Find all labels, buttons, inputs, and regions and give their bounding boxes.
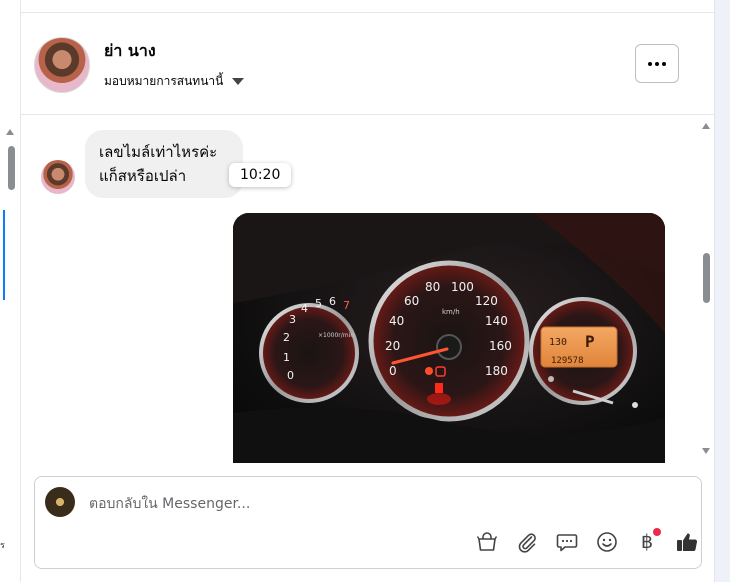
thumbs-up-icon (677, 533, 698, 552)
sidebar-scroll-up-arrow[interactable] (6, 129, 14, 135)
speed-mark: 140 (485, 314, 508, 328)
paperclip-icon (518, 533, 536, 553)
message-text-line: เลขไมล์เท่าไหรค่ะ (99, 143, 218, 161)
saved-reply-icon (556, 534, 578, 552)
reply-composer: ฿ (34, 476, 702, 569)
tach-mark: 0 (287, 369, 294, 382)
chevron-down-icon (232, 78, 245, 85)
display-top-value: 130 (549, 337, 567, 348)
speed-unit: km/h (442, 308, 460, 316)
more-options-icon (648, 61, 666, 66)
assign-conversation-label: มอบหมายการสนทนานี้ (104, 74, 224, 88)
right-panel-edge (714, 0, 730, 582)
left-sidebar-strip: ร (0, 0, 21, 582)
dashboard-photo: 0 1 2 3 4 5 6 7 ×1000r/min 0 20 40 60 80… (233, 213, 665, 463)
sidebar-scrollbar-thumb[interactable] (8, 146, 15, 190)
shopping-bag-icon (476, 532, 498, 551)
page-avatar (45, 487, 75, 517)
contact-name[interactable]: ย่า นาง (104, 39, 156, 64)
speed-mark: 100 (451, 280, 474, 294)
tach-mark: 6 (329, 295, 336, 308)
speed-mark: 160 (489, 339, 512, 353)
speed-mark: 40 (389, 314, 404, 328)
display-odometer: 129578 (551, 356, 584, 366)
payment-button[interactable]: ฿ (627, 528, 667, 555)
tach-mark: 2 (283, 331, 290, 344)
tach-mark: 3 (289, 313, 296, 326)
notification-dot (653, 528, 661, 536)
reply-input[interactable] (87, 491, 671, 517)
sender-avatar[interactable] (41, 160, 75, 194)
thread-scrollbar-thumb[interactable] (703, 253, 710, 303)
tach-mark: 1 (283, 351, 290, 364)
more-options-button[interactable] (635, 44, 679, 83)
assign-conversation-dropdown[interactable]: มอบหมายการสนทนานี้ (104, 72, 245, 91)
speed-mark: 120 (475, 294, 498, 308)
baht-icon: ฿ (640, 531, 654, 553)
message-thread[interactable]: เลขไมล์เท่าไหรค่ะ แก็สหรือเปล่า 10:20 0 … (21, 115, 714, 463)
incoming-message-bubble[interactable]: เลขไมล์เท่าไหรค่ะ แก็สหรือเปล่า (85, 130, 243, 198)
tach-unit: ×1000r/min (318, 332, 354, 339)
tach-mark: 7 (343, 299, 350, 312)
speed-mark: 60 (404, 294, 419, 308)
contact-avatar[interactable] (34, 37, 90, 93)
sidebar-selection-indicator (3, 210, 5, 300)
like-button[interactable] (667, 529, 707, 555)
thread-scroll-up-arrow[interactable] (702, 123, 710, 129)
composer-toolbar: ฿ (467, 528, 707, 555)
thread-scroll-down-arrow[interactable] (702, 448, 710, 454)
outgoing-photo-message[interactable]: 0 1 2 3 4 5 6 7 ×1000r/min 0 20 40 60 80… (233, 213, 665, 463)
saved-replies-button[interactable] (547, 529, 587, 555)
speed-mark: 0 (389, 364, 397, 378)
timestamp-tooltip: 10:20 (229, 163, 292, 187)
tach-mark: 4 (301, 302, 308, 315)
shop-button[interactable] (467, 529, 507, 555)
conversation-header: ย่า นาง มอบหมายการสนทนานี้ (21, 13, 714, 115)
attach-file-button[interactable] (507, 529, 547, 555)
emoji-icon (597, 532, 617, 552)
emoji-button[interactable] (587, 529, 627, 555)
speed-mark: 180 (485, 364, 508, 378)
display-gear: P (585, 332, 595, 351)
speed-mark: 80 (425, 280, 440, 294)
tach-mark: 5 (315, 297, 322, 310)
message-text-line: แก็สหรือเปล่า (99, 167, 187, 185)
sidebar-clipped-text: ร (0, 541, 5, 551)
speed-mark: 20 (385, 339, 400, 353)
